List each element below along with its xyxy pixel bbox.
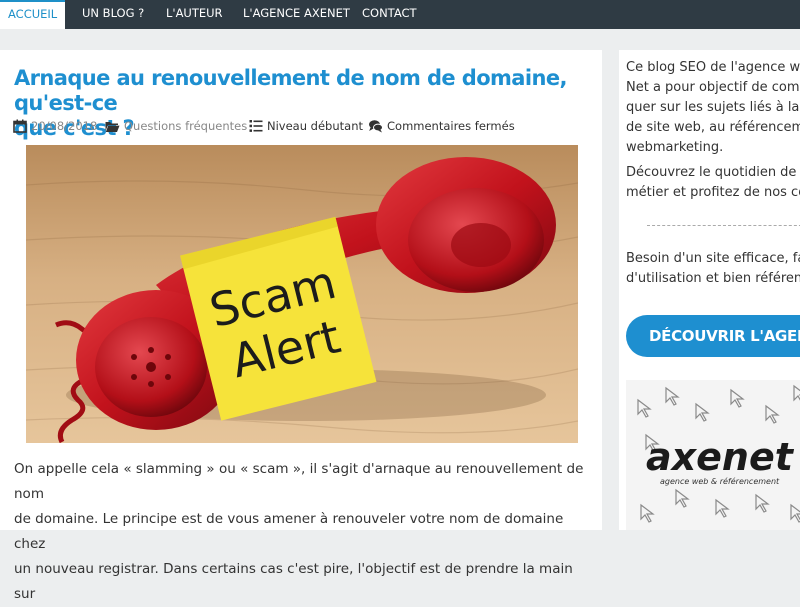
sidebar-intro-line: Net a pour objectif de com	[626, 80, 800, 95]
article-hero-image: Scam Alert	[26, 145, 578, 443]
sidebar-daily-text: Découvrez le quotidien de métier et prof…	[626, 163, 800, 203]
article-body-line: On appelle cela « slamming » ou « scam »…	[14, 461, 584, 502]
nav-item-auteur[interactable]: L'AUTEUR	[166, 0, 223, 29]
sidebar-offer-text: Besoin d'un site efficace, fa d'utilisat…	[626, 249, 800, 289]
mouthpiece-center	[451, 223, 511, 267]
axenet-logo: axenet	[646, 435, 795, 479]
top-navigation: ACCUEIL UN BLOG ? L'AUTEUR L'AGENCE AXEN…	[0, 0, 800, 29]
sidebar-daily-line: métier et profitez de nos co	[626, 185, 800, 200]
discover-agency-button[interactable]: DÉCOUVRIR L'AGENCE	[626, 315, 800, 357]
sidebar-intro-line: Ce blog SEO de l'agence we	[626, 60, 800, 75]
nav-item-agence-axenet[interactable]: L'AGENCE AXENET	[243, 0, 350, 29]
post-comments-text: Commentaires fermés	[387, 119, 515, 133]
post-date-text: 20/08/2018	[31, 119, 98, 133]
article-body-line: de domaine. Le principe est de vous amen…	[14, 511, 564, 552]
sidebar-offer-line: d'utilisation et bien référen	[626, 271, 800, 286]
post-level: Niveau débutant	[249, 119, 363, 133]
sidebar-intro-line: de site web, au référencem	[626, 120, 800, 135]
sidebar-intro-line: webmarketing.	[626, 140, 724, 155]
article-title-line1[interactable]: Arnaque au renouvellement de nom de doma…	[14, 66, 567, 115]
post-level-text: Niveau débutant	[267, 119, 363, 133]
nav-item-un-blog[interactable]: UN BLOG ?	[82, 0, 144, 29]
post-category: Questions fréquentes	[105, 119, 247, 133]
article-body: On appelle cela « slamming » ou « scam »…	[14, 457, 594, 607]
nav-item-contact[interactable]: CONTACT	[362, 0, 417, 29]
sidebar-divider	[647, 225, 800, 226]
nav-item-accueil[interactable]: ACCUEIL	[0, 0, 66, 29]
list-icon	[249, 120, 263, 132]
sidebar-intro-text: Ce blog SEO de l'agence we Net a pour ob…	[626, 58, 800, 158]
comments-icon	[369, 120, 383, 133]
calendar-icon	[13, 119, 27, 133]
sidebar-offer-line: Besoin d'un site efficace, fa	[626, 251, 800, 266]
post-category-link[interactable]: Questions fréquentes	[124, 119, 247, 133]
sidebar-intro-line: quer sur les sujets liés à la	[626, 100, 800, 115]
article-body-line: un nouveau registrar. Dans certains cas …	[14, 561, 573, 602]
folder-icon	[105, 121, 120, 132]
agency-promo-image[interactable]: axenet agence web & référencement	[626, 380, 800, 530]
post-date: 20/08/2018	[13, 119, 97, 133]
sidebar-daily-line: Découvrez le quotidien de	[626, 165, 797, 180]
axenet-tagline: agence web & référencement	[660, 476, 780, 486]
post-comments: Commentaires fermés	[368, 119, 515, 133]
